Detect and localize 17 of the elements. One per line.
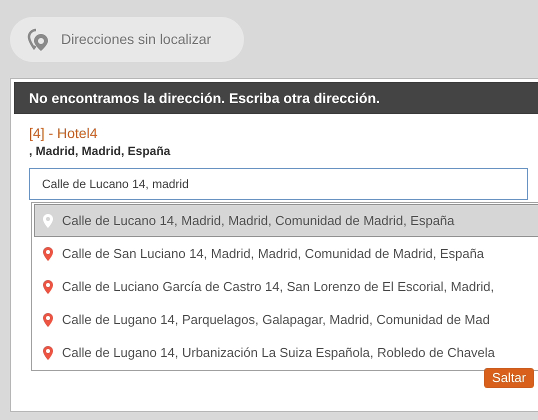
suggestion-item[interactable]: Calle de Lugano 14, Urbanización La Suiza Española, Robledo de Chavela — [34, 336, 538, 369]
map-pin-icon — [43, 246, 53, 260]
map-pin-icon — [43, 312, 53, 326]
suggestion-item[interactable]: Calle de Lucano 14, Madrid, Madrid, Comunidad de Madrid, España — [34, 204, 538, 237]
dialog-header: No encontramos la dirección. Escriba otra dirección. — [14, 82, 538, 114]
suggestion-item[interactable]: Calle de Lugano 14, Parquelagos, Galapagar, Madrid, Comunidad de Mad — [34, 303, 538, 336]
map-pin-icon — [43, 280, 53, 294]
address-field[interactable]: Calle de Lucano 14, madrid — [29, 168, 528, 200]
locate-button[interactable]: Direcciones sin localizar — [10, 17, 244, 62]
map-pin-icon — [43, 214, 53, 228]
suggestion-item[interactable]: Calle de San Luciano 14, Madrid, Madrid, Comunidad de Madrid, España — [34, 237, 538, 270]
map-pin-icon — [43, 346, 53, 360]
skip-button[interactable]: Saltar — [484, 368, 534, 388]
location-pins-icon — [27, 28, 51, 52]
record-title: [4] - Hotel4 — [29, 124, 98, 142]
record-address: , Madrid, Madrid, España — [29, 143, 172, 160]
suggestion-item[interactable]: Calle de Luciano García de Castro 14, San Lorenzo de El Escorial, Madrid, — [34, 270, 538, 303]
